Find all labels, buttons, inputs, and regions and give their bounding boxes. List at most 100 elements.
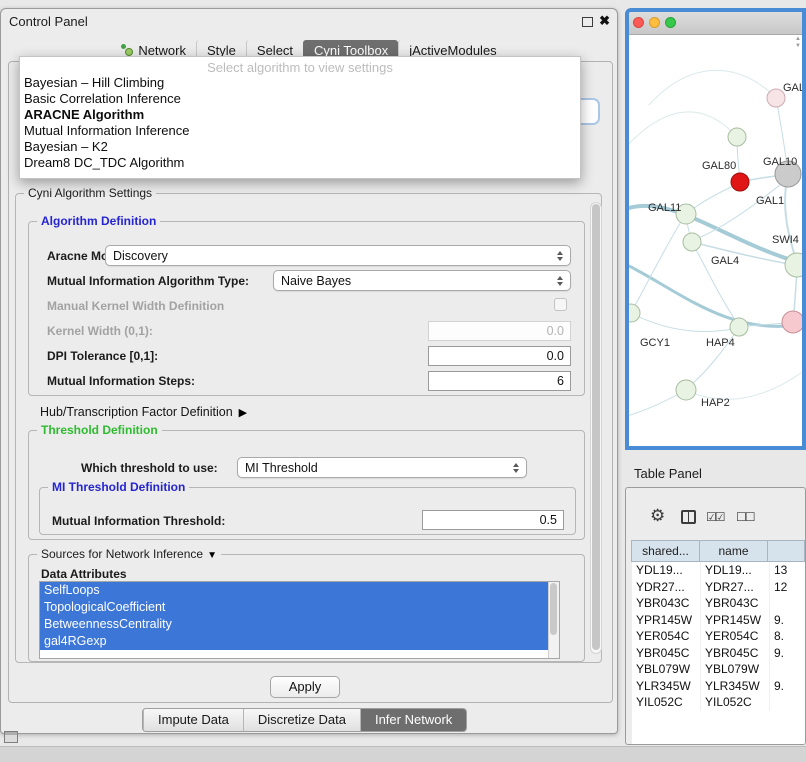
aracne-mode-value: Discovery [113,249,551,263]
dropdown-prompt: Select algorithm to view settings [20,60,580,75]
mi-algorithm-type-value: Naive Bayes [281,274,551,288]
table-row[interactable]: YDL19... YDL19... 13 [632,562,805,579]
network-node[interactable] [629,304,640,322]
cell-shared-name: YBL079W [632,661,701,678]
minimized-panel-icon[interactable] [4,731,18,743]
node-label: GAL4 [711,255,739,267]
control-panel-window: Control Panel ✖ Network Style Select [0,8,618,734]
kernel-width-field[interactable]: 0.0 [428,321,571,341]
hub-transcription-factor-section[interactable]: Hub/Transcription Factor Definition▶ [40,405,247,419]
apply-button[interactable]: Apply [270,676,340,698]
algorithm-option[interactable]: Bayesian – K2 [20,139,580,155]
algorithm-option[interactable]: Basic Correlation Inference [20,91,580,107]
network-node[interactable] [782,311,802,333]
cell-name: YDR27... [701,579,770,596]
network-edge[interactable] [629,112,737,150]
column-header[interactable]: shared... [631,540,700,562]
mi-steps-field[interactable]: 6 [428,371,571,391]
network-edge[interactable] [686,373,801,399]
mi-threshold-field[interactable]: 0.5 [422,510,564,530]
close-button[interactable] [633,17,644,28]
cyni-bottom-tab[interactable]: Impute Data [143,709,243,731]
cell-value: 12 [770,579,805,596]
settings-scrollbar[interactable] [590,202,602,654]
cell-shared-name: YDL19... [632,562,701,579]
network-edge[interactable] [629,263,801,326]
table-row[interactable]: YER054C YER054C 8. [632,628,805,645]
select-all-columns-icon[interactable]: ☑☑ [706,510,724,524]
network-canvas[interactable]: GALGAL80GAL10GAL11GAL1SWI4GAL4GCY1HAP4HA… [629,35,802,446]
network-graph[interactable]: GALGAL80GAL10GAL11GAL1SWI4GAL4GCY1HAP4HA… [629,35,802,447]
expanded-arrow-icon[interactable]: ▼ [207,550,217,561]
algorithm-option[interactable]: ARACNE Algorithm [20,107,580,123]
cyni-bottom-tab[interactable]: Infer Network [360,709,466,731]
collapsed-arrow-icon[interactable]: ▶ [239,407,247,419]
algorithm-option[interactable]: Bayesian – Hill Climbing [20,75,580,91]
scroll-down-icon[interactable]: ▼ [795,43,801,49]
network-node[interactable] [731,173,749,191]
network-node[interactable] [785,253,802,277]
attribute-item-selected[interactable]: TopologicalCoefficient [40,599,548,616]
attribute-items: SelfLoops TopologicalCoefficient Between… [40,582,559,650]
node-label: GAL1 [756,195,784,207]
attribute-list-scrollbar[interactable] [548,582,559,658]
zoom-button[interactable] [665,17,676,28]
table-row[interactable]: YBR045C YBR045C 9. [632,645,805,662]
table-row[interactable]: YPR145W YPR145W 9. [632,612,805,629]
mi-algorithm-type-dropdown[interactable]: Naive Bayes [273,270,571,291]
close-window-icon[interactable]: ✖ [599,13,610,29]
which-threshold-label: Which threshold to use: [81,461,218,475]
cyni-bottom-tab[interactable]: Discretize Data [243,709,360,731]
sources-group-title[interactable]: Sources for Network Inference▼ [37,547,221,563]
aracne-mode-dropdown[interactable]: Discovery [105,245,571,266]
cell-name: YBL079W [701,661,770,678]
network-edge[interactable] [649,70,776,105]
network-edge[interactable] [631,217,684,313]
network-node[interactable] [676,380,696,400]
data-attributes-label: Data Attributes [41,567,127,581]
cyni-bottom-tabs: Impute Data Discretize Data Infer Networ… [142,708,467,732]
cell-value: 13 [770,562,805,579]
table-row[interactable]: YBR043C YBR043C [632,595,805,612]
network-node[interactable] [728,128,746,146]
algorithm-definition-title: Algorithm Definition [37,214,160,229]
view-scroll-arrows[interactable]: ▲▼ [795,36,801,49]
cell-shared-name: YER054C [632,628,701,645]
algorithm-option[interactable]: Mutual Information Inference [20,123,580,139]
node-label: HAP2 [701,397,730,409]
gear-icon[interactable]: ⚙ [650,506,665,526]
table-row[interactable]: YIL052C YIL052C [632,694,805,711]
manual-kernel-width-checkbox[interactable] [554,298,567,311]
column-header[interactable]: name [699,540,768,562]
attribute-item-selected[interactable]: SelfLoops [40,582,548,599]
scrollbar-thumb[interactable] [592,204,600,650]
node-label: GAL10 [763,156,797,168]
dpi-tolerance-field[interactable]: 0.0 [428,346,571,366]
threshold-definition-title: Threshold Definition [37,423,162,438]
cell-value: 9. [770,678,805,695]
minimize-button[interactable] [649,17,660,28]
network-edge[interactable] [631,313,733,331]
attribute-item-selected[interactable]: gal4RGexp [40,633,548,650]
table-row[interactable]: YBL079W YBL079W [632,661,805,678]
data-attributes-list: SelfLoops TopologicalCoefficient Between… [39,581,560,659]
algorithm-option[interactable]: Dream8 DC_TDC Algorithm [20,155,580,171]
columns-layout-icon[interactable] [681,510,696,524]
attribute-item-selected[interactable]: BetweennessCentrality [40,616,548,633]
unselect-all-columns-icon[interactable]: ☐☐ [736,510,754,524]
which-threshold-dropdown[interactable]: MI Threshold [237,457,527,478]
mi-threshold-definition-group: MI Threshold Definition Mutual Informati… [39,487,576,535]
cell-name: YDL19... [701,562,770,579]
manual-kernel-width-label: Manual Kernel Width Definition [47,299,224,313]
float-window-icon[interactable] [582,17,593,27]
cell-value [770,595,805,612]
scroll-up-icon[interactable]: ▲ [795,36,801,42]
table-row[interactable]: YDR27... YDR27... 12 [632,579,805,596]
control-panel-titlebar: Control Panel ✖ [1,9,617,33]
scrollbar-thumb[interactable] [550,583,557,635]
mi-threshold-label: Mutual Information Threshold: [52,514,225,528]
network-node[interactable] [683,233,701,251]
network-node[interactable] [730,318,748,336]
column-header[interactable] [767,540,805,562]
table-row[interactable]: YLR345W YLR345W 9. [632,678,805,695]
